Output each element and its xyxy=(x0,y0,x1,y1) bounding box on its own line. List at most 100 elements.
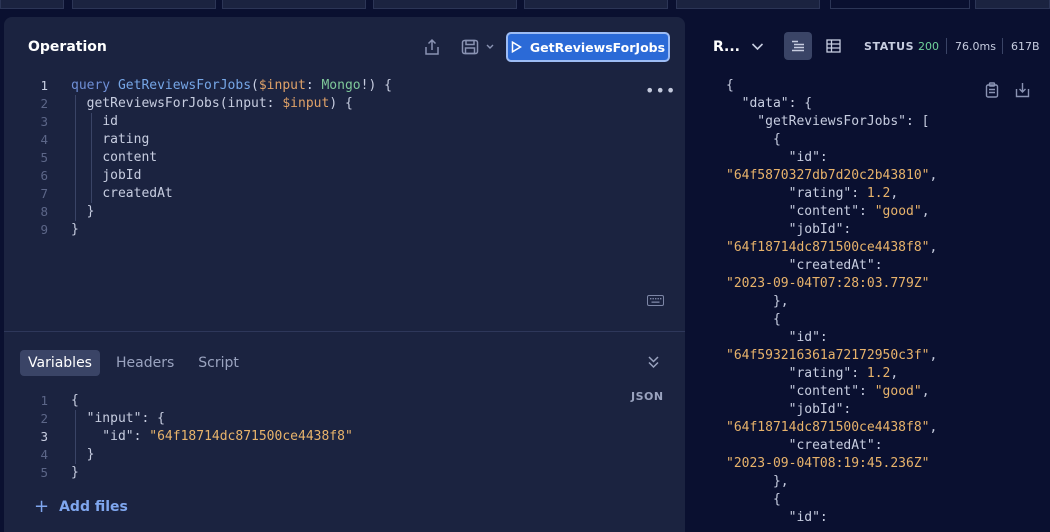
code-token: id xyxy=(102,114,118,129)
code-line: 3 id xyxy=(4,113,685,131)
top-tab-strip xyxy=(0,0,1050,9)
line-number: 3 xyxy=(40,114,48,129)
code-text: id xyxy=(71,113,118,131)
line-number: 8 xyxy=(40,204,48,219)
tab-stub[interactable] xyxy=(975,0,1050,9)
tab-stub[interactable] xyxy=(0,0,64,9)
code-text: } xyxy=(71,203,95,221)
response-line: "content": "good", xyxy=(726,204,930,219)
code-text: createdAt xyxy=(71,185,173,203)
tab-stub[interactable] xyxy=(72,0,216,9)
tab-variables[interactable]: Variables xyxy=(20,350,100,376)
divider xyxy=(1002,38,1003,54)
response-header: R... STATUS 200 76.0ms 617B xyxy=(685,32,1050,62)
code-token: rating xyxy=(102,132,150,147)
code-text: } xyxy=(71,465,79,480)
line-number: 6 xyxy=(40,168,48,183)
code-token: !) { xyxy=(360,78,392,93)
keyboard-shortcuts-icon[interactable] xyxy=(647,295,664,306)
response-line: }, xyxy=(726,474,789,489)
response-line: { xyxy=(726,78,734,93)
code-text: rating xyxy=(71,131,149,149)
status-label: STATUS xyxy=(864,40,915,53)
code-line: 6 jobId xyxy=(4,167,685,185)
response-line: "rating": 1.2, xyxy=(726,186,899,201)
response-line: "jobId": xyxy=(726,222,852,237)
panel-divider xyxy=(4,331,685,332)
run-operation-button[interactable]: GetReviewsForJobs xyxy=(506,32,670,62)
line-number: 5 xyxy=(40,465,48,480)
status-code: 200 xyxy=(918,40,939,53)
response-line: "64f18714dc871500ce4438f8", xyxy=(726,240,938,255)
code-token: (input: xyxy=(219,96,283,111)
response-line: "64f18714dc871500ce4438f8", xyxy=(726,420,938,435)
tab-stub-active[interactable] xyxy=(830,0,970,9)
code-line: 8 } xyxy=(4,203,685,221)
table-view-icon[interactable] xyxy=(819,32,847,60)
line-number: 3 xyxy=(40,429,48,444)
collapse-icon[interactable] xyxy=(647,355,660,373)
line-number: 2 xyxy=(40,96,48,111)
code-text: "id": "64f18714dc871500ce4438f8" xyxy=(71,429,353,444)
response-body: { "data": { "getReviewsForJobs": [ { "id… xyxy=(726,77,1046,527)
more-options-icon[interactable]: ••• xyxy=(645,81,676,100)
text-view-icon[interactable] xyxy=(784,32,812,60)
code-token: getReviewsForJobs xyxy=(86,96,220,111)
response-line: "rating": 1.2, xyxy=(726,366,899,381)
code-token: ) { xyxy=(329,96,353,111)
code-text: query GetReviewsForJobs($input: Mongo!) … xyxy=(71,77,392,95)
add-files-button[interactable]: + Add files xyxy=(34,496,128,517)
operation-panel: Operation GetReviewsForJobs 1 query GetRe… xyxy=(4,17,685,532)
code-token: $input xyxy=(258,78,306,93)
code-line: 9} xyxy=(4,221,685,239)
code-token: createdAt xyxy=(102,186,173,201)
code-line: 4 rating xyxy=(4,131,685,149)
code-line: 1 query GetReviewsForJobs($input: Mongo!)… xyxy=(4,77,685,95)
share-icon[interactable] xyxy=(422,37,442,57)
response-line: "data": { xyxy=(726,96,813,111)
response-line: }, xyxy=(726,294,789,309)
code-line: 2 getReviewsForJobs(input: $input) { xyxy=(4,95,685,113)
response-line: "id": xyxy=(726,510,828,525)
response-line: "id": xyxy=(726,330,828,345)
response-line: { xyxy=(726,492,781,507)
code-token: content xyxy=(102,150,158,165)
play-icon xyxy=(511,41,522,53)
response-line: "createdAt": xyxy=(726,258,883,273)
response-line: { xyxy=(726,132,781,147)
response-title[interactable]: R... xyxy=(713,39,740,55)
tab-stub[interactable] xyxy=(222,0,366,9)
save-icon[interactable] xyxy=(457,37,497,57)
code-line: 5 content xyxy=(4,149,685,167)
code-token: query xyxy=(71,78,118,93)
tab-headers[interactable]: Headers xyxy=(108,350,182,376)
response-line: "2023-09-04T08:19:45.236Z" xyxy=(726,456,930,471)
response-line: { xyxy=(726,312,781,327)
code-token: jobId xyxy=(102,168,142,183)
tab-stub[interactable] xyxy=(524,0,668,9)
code-text: { xyxy=(71,393,79,408)
code-text: getReviewsForJobs(input: $input) { xyxy=(71,95,353,113)
response-size: 617B xyxy=(1011,40,1040,53)
code-token: $input xyxy=(282,96,330,111)
variable-line: 4 } xyxy=(4,446,685,464)
tab-stub[interactable] xyxy=(676,0,820,9)
response-line: "getReviewsForJobs": [ xyxy=(726,114,930,129)
response-line: "64f593216361a72172950c3f", xyxy=(726,348,938,363)
variable-line: 5} xyxy=(4,464,685,482)
tab-script[interactable]: Script xyxy=(190,350,247,376)
variable-line: 2 "input": { xyxy=(4,410,685,428)
response-panel: R... STATUS 200 76.0ms 617B { "data": { … xyxy=(685,9,1050,532)
code-token: GetReviewsForJobs xyxy=(117,78,252,93)
operation-editor[interactable]: 1 query GetReviewsForJobs($input: Mongo!)… xyxy=(4,77,685,247)
line-number: 4 xyxy=(40,132,48,147)
response-line: "2023-09-04T07:28:03.779Z" xyxy=(726,276,930,291)
chevron-down-icon[interactable] xyxy=(751,36,764,56)
code-token: } xyxy=(71,204,95,219)
add-files-label: Add files xyxy=(59,498,128,515)
tab-stub[interactable] xyxy=(373,0,517,9)
